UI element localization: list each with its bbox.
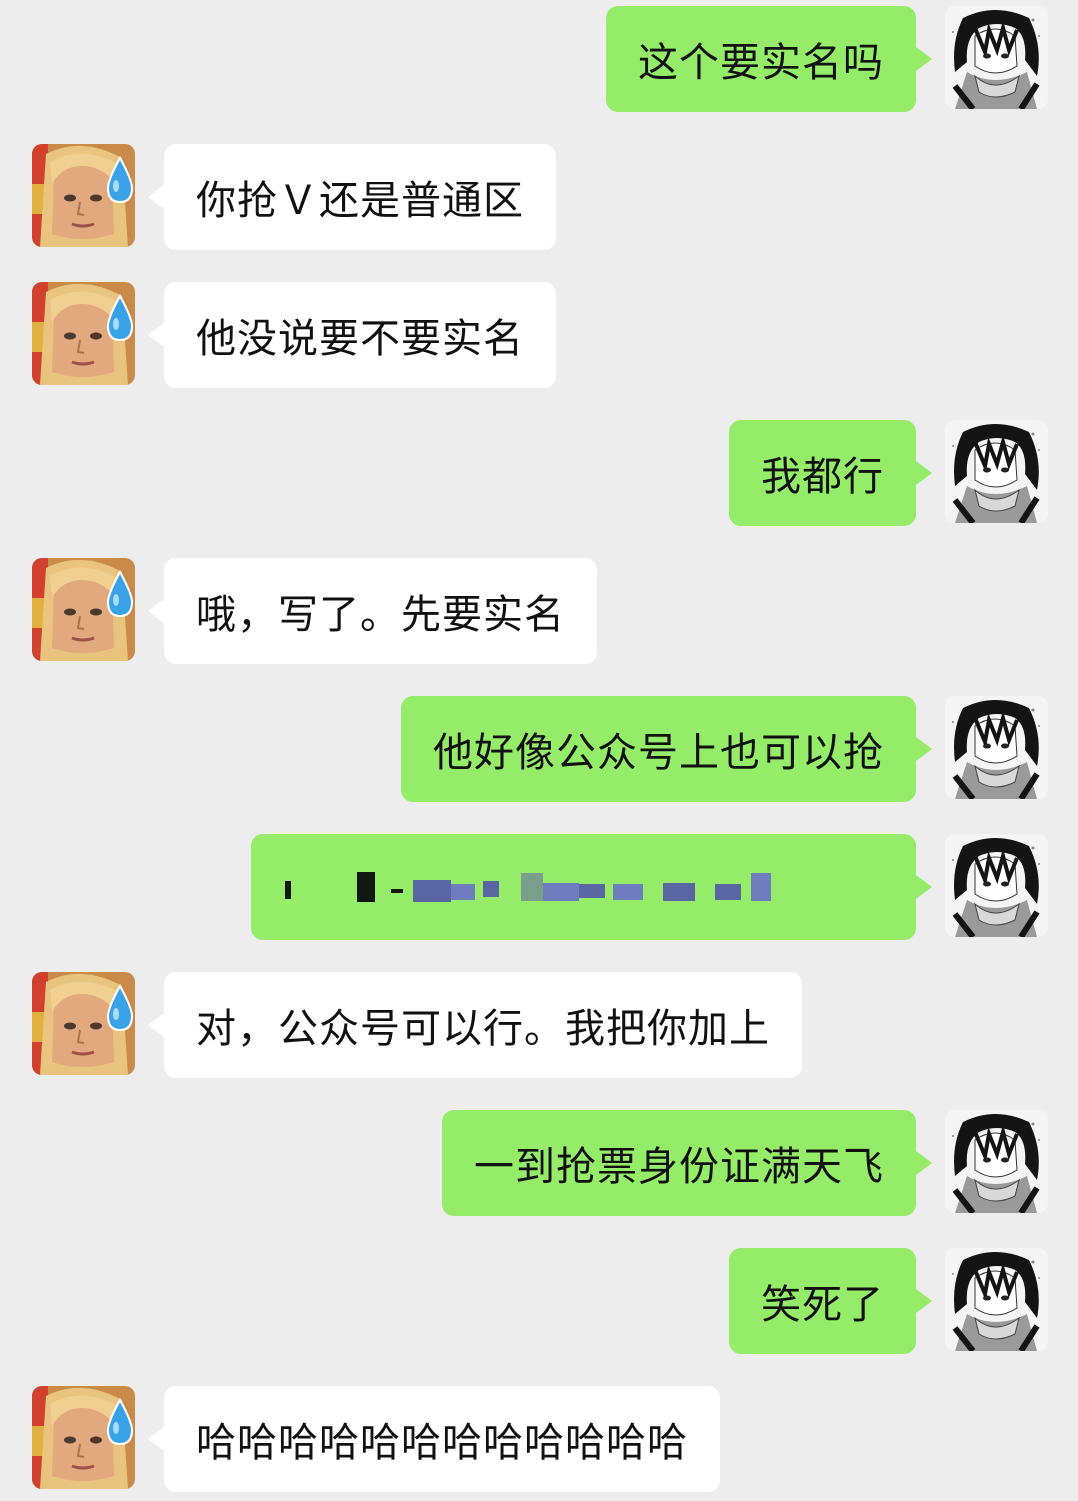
my-avatar[interactable] [945, 1110, 1048, 1213]
my-avatar[interactable] [945, 1248, 1048, 1351]
friend-avatar[interactable] [32, 282, 135, 385]
message-row-sent: 这个要实名吗 [0, 6, 1078, 112]
anime-portrait-avatar-icon [945, 1248, 1048, 1351]
anime-portrait-avatar-icon [945, 420, 1048, 523]
message-row-received: 你抢Ｖ还是普通区 [0, 144, 1078, 250]
doll-with-sweat-drop-avatar-icon [32, 558, 135, 661]
doll-with-sweat-drop-avatar-icon [32, 1386, 135, 1489]
message-bubble[interactable]: 哈哈哈哈哈哈哈哈哈哈哈哈 [148, 1386, 720, 1492]
anime-portrait-avatar-icon [945, 1110, 1048, 1213]
message-bubble[interactable]: 他没说要不要实名 [148, 282, 556, 388]
doll-with-sweat-drop-avatar-icon [32, 972, 135, 1075]
message-bubble[interactable]: 笑死了 [729, 1248, 932, 1354]
anime-portrait-avatar-icon [945, 6, 1048, 109]
doll-with-sweat-drop-avatar-icon [32, 144, 135, 247]
friend-avatar[interactable] [32, 144, 135, 247]
doll-with-sweat-drop-avatar-icon [32, 282, 135, 385]
message-row-received: 他没说要不要实名 [0, 282, 1078, 388]
redacted-link-bubble[interactable] [251, 834, 932, 940]
message-row-sent: 一到抢票身份证满天飞 [0, 1110, 1078, 1216]
message-row-received: 哈哈哈哈哈哈哈哈哈哈哈哈 [0, 1386, 1078, 1492]
friend-avatar[interactable] [32, 972, 135, 1075]
message-row-sent: 他好像公众号上也可以抢 [0, 696, 1078, 802]
message-bubble[interactable]: 你抢Ｖ还是普通区 [148, 144, 556, 250]
message-row-sent [0, 834, 1078, 940]
message-row-received: 对，公众号可以行。我把你加上 [0, 972, 1078, 1078]
redacted-link-text [285, 872, 771, 902]
anime-portrait-avatar-icon [945, 834, 1048, 937]
message-bubble[interactable]: 一到抢票身份证满天飞 [442, 1110, 932, 1216]
chat-message-list[interactable]: 这个要实名吗 你抢Ｖ还是普通区 他没说要不要实名 我都行 哦，写了。先要实名 他… [0, 0, 1078, 1501]
friend-avatar[interactable] [32, 1386, 135, 1489]
message-row-sent: 笑死了 [0, 1248, 1078, 1354]
my-avatar[interactable] [945, 834, 1048, 937]
my-avatar[interactable] [945, 6, 1048, 109]
friend-avatar[interactable] [32, 558, 135, 661]
message-bubble[interactable]: 对，公众号可以行。我把你加上 [148, 972, 802, 1078]
my-avatar[interactable] [945, 420, 1048, 523]
message-bubble[interactable]: 我都行 [729, 420, 932, 526]
my-avatar[interactable] [945, 696, 1048, 799]
message-row-received: 哦，写了。先要实名 [0, 558, 1078, 664]
message-bubble[interactable]: 哦，写了。先要实名 [148, 558, 597, 664]
message-bubble[interactable]: 他好像公众号上也可以抢 [401, 696, 932, 802]
message-row-sent: 我都行 [0, 420, 1078, 526]
anime-portrait-avatar-icon [945, 696, 1048, 799]
message-bubble[interactable]: 这个要实名吗 [606, 6, 932, 112]
